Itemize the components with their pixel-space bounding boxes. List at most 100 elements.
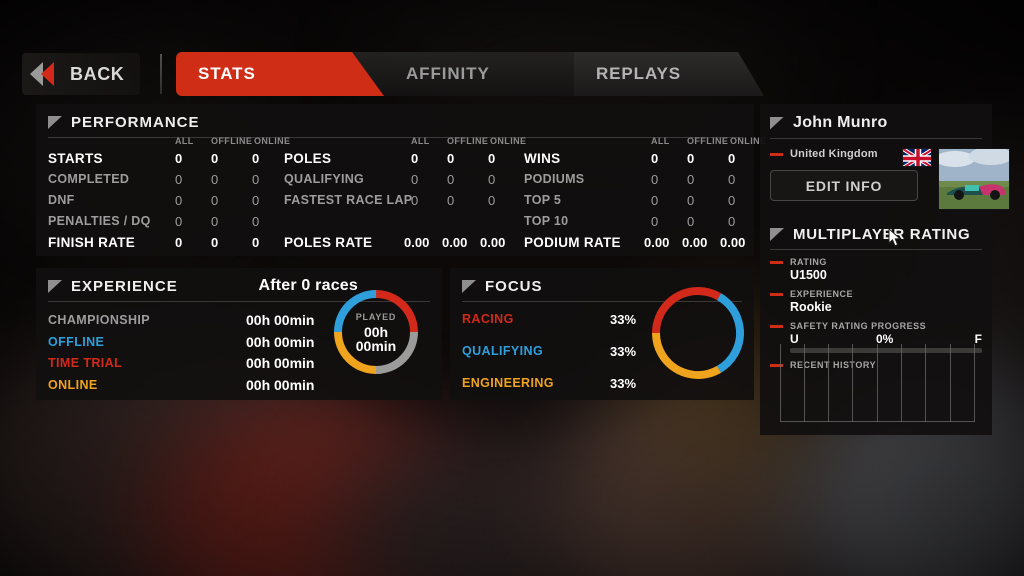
row-value-offline: 0: [687, 214, 695, 229]
experience-header: EXPERIENCE: [48, 276, 178, 295]
experience-label: ONLINE: [48, 377, 98, 392]
rating-label: RATING: [790, 257, 827, 267]
multiplayer-divider: [770, 249, 982, 250]
row-value-offline: 0: [447, 151, 455, 166]
performance-column-1: ALL OFFLINE ONLINE STARTS 0 0 0 COMPLETE…: [48, 136, 290, 255]
table-row: POLES RATE 0.00 0.00 0.00: [284, 234, 512, 255]
performance-column-2: ALL OFFLINE ONLINE POLES 0 0 0 QUALIFYIN…: [284, 136, 526, 255]
header-online: ONLINE: [490, 136, 527, 146]
section-flag-icon: [770, 228, 784, 241]
list-item: RACING 33%: [462, 312, 652, 344]
row-label: FASTEST RACE LAP: [284, 193, 413, 207]
experience-rows: CHAMPIONSHIP 00h 00min OFFLINE 00h 00min…: [48, 312, 338, 398]
tab-affinity-label: AFFINITY: [406, 64, 490, 83]
header-all: ALL: [411, 136, 430, 146]
header-all: ALL: [175, 136, 194, 146]
experience-time: 00h 00min: [246, 312, 315, 328]
list-item: ONLINE 00h 00min: [48, 377, 338, 399]
header-all: ALL: [651, 136, 670, 146]
row-label: FINISH RATE: [48, 235, 136, 250]
performance-panel: PERFORMANCE ALL OFFLINE ONLINE STARTS 0 …: [36, 104, 766, 256]
row-label: WINS: [524, 151, 561, 166]
section-flag-icon: [48, 116, 62, 129]
row-value-all: 0: [175, 193, 183, 208]
row-value-online: 0.00: [720, 235, 746, 250]
mouse-cursor: [888, 227, 902, 253]
edit-info-label: EDIT INFO: [805, 177, 883, 194]
table-row: COMPLETED 0 0 0: [48, 171, 276, 192]
experience-value: Rookie: [790, 300, 832, 314]
performance-title: PERFORMANCE: [71, 114, 200, 131]
row-value-offline: 0: [211, 172, 219, 187]
row-value-offline: 0: [447, 193, 455, 208]
header-offline: OFFLINE: [447, 136, 489, 146]
experience-time: 00h 00min: [246, 355, 315, 371]
accent-dash-icon: [770, 324, 783, 328]
edit-info-button[interactable]: EDIT INFO: [770, 170, 918, 201]
table-row: PODIUM RATE 0.00 0.00 0.00: [524, 234, 754, 255]
row-value-online: 0: [252, 151, 260, 166]
row-value-offline: 0: [687, 193, 695, 208]
table-row: PENALTIES / DQ 0 0 0: [48, 213, 276, 234]
played-minutes: 00min: [355, 337, 397, 354]
player-name: John Munro: [793, 114, 888, 131]
column-headers: ALL OFFLINE ONLINE: [524, 136, 766, 150]
focus-percent: 33%: [610, 312, 637, 327]
row-value-all: 0: [411, 172, 419, 187]
played-donut-chart: PLAYED 00h 00min: [330, 286, 422, 378]
table-row-spacer: [284, 213, 512, 234]
row-value-online: 0: [728, 214, 736, 229]
section-flag-icon: [770, 116, 784, 130]
back-button[interactable]: BACK: [22, 53, 141, 95]
focus-label: QUALIFYING: [462, 344, 544, 358]
row-value-online: 0: [488, 193, 496, 208]
performance-column-3: ALL OFFLINE ONLINE WINS 0 0 0 PODIUMS 0 …: [524, 136, 766, 255]
tab-replays[interactable]: REPLAYS: [574, 52, 764, 96]
row-value-offline: 0: [447, 172, 455, 187]
table-row: DNF 0 0 0: [48, 192, 276, 213]
header-offline: OFFLINE: [687, 136, 729, 146]
table-row: FASTEST RACE LAP 0 0 0: [284, 192, 512, 213]
table-row: PODIUMS 0 0 0: [524, 171, 754, 192]
tab-stats[interactable]: STATS: [176, 52, 384, 96]
row-value-all: 0: [411, 151, 419, 166]
multiplayer-header: MULTIPLAYER RATING: [770, 224, 982, 243]
tab-affinity[interactable]: AFFINITY: [384, 52, 574, 96]
row-value-online: 0: [252, 214, 260, 229]
row-value-all: 0: [651, 151, 659, 166]
row-value-online: 0.00: [480, 235, 506, 250]
nav-divider: [160, 54, 162, 94]
experience-label: TIME TRIAL: [48, 356, 123, 370]
column-headers: ALL OFFLINE ONLINE: [284, 136, 526, 150]
row-value-online: 0: [728, 151, 736, 166]
row-label: TOP 10: [524, 214, 569, 228]
header-offline: OFFLINE: [211, 136, 253, 146]
row-value-all: 0: [175, 235, 183, 250]
experience-label: OFFLINE: [48, 334, 105, 349]
list-item: QUALIFYING 33%: [462, 344, 652, 376]
experience-item: EXPERIENCE Rookie: [770, 289, 982, 314]
row-value-all: 0.00: [644, 235, 670, 250]
country-name: United Kingdom: [790, 148, 878, 160]
experience-label: EXPERIENCE: [790, 289, 854, 299]
table-row: TOP 10 0 0 0: [524, 213, 754, 234]
row-value-online: 0: [488, 172, 496, 187]
back-chevron-icon: [30, 62, 60, 86]
focus-label: RACING: [462, 312, 514, 326]
row-value-online: 0: [728, 172, 736, 187]
row-value-online: 0: [252, 193, 260, 208]
experience-time: 00h 00min: [246, 333, 315, 350]
row-value-offline: 0.00: [442, 235, 468, 250]
row-label: PODIUM RATE: [524, 235, 621, 250]
safety-max-label: F: [974, 332, 982, 346]
list-item: TIME TRIAL 00h 00min: [48, 355, 338, 377]
table-row: FINISH RATE 0 0 0: [48, 234, 276, 255]
played-caption: PLAYED: [355, 311, 397, 322]
column-headers: ALL OFFLINE ONLINE: [48, 136, 290, 150]
rating-item: RATING U1500: [770, 257, 982, 282]
row-label: STARTS: [48, 151, 103, 166]
table-row: POLES 0 0 0: [284, 150, 512, 171]
rating-value: U1500: [790, 268, 827, 282]
row-value-offline: 0.00: [682, 235, 708, 250]
focus-percent: 33%: [610, 376, 637, 391]
